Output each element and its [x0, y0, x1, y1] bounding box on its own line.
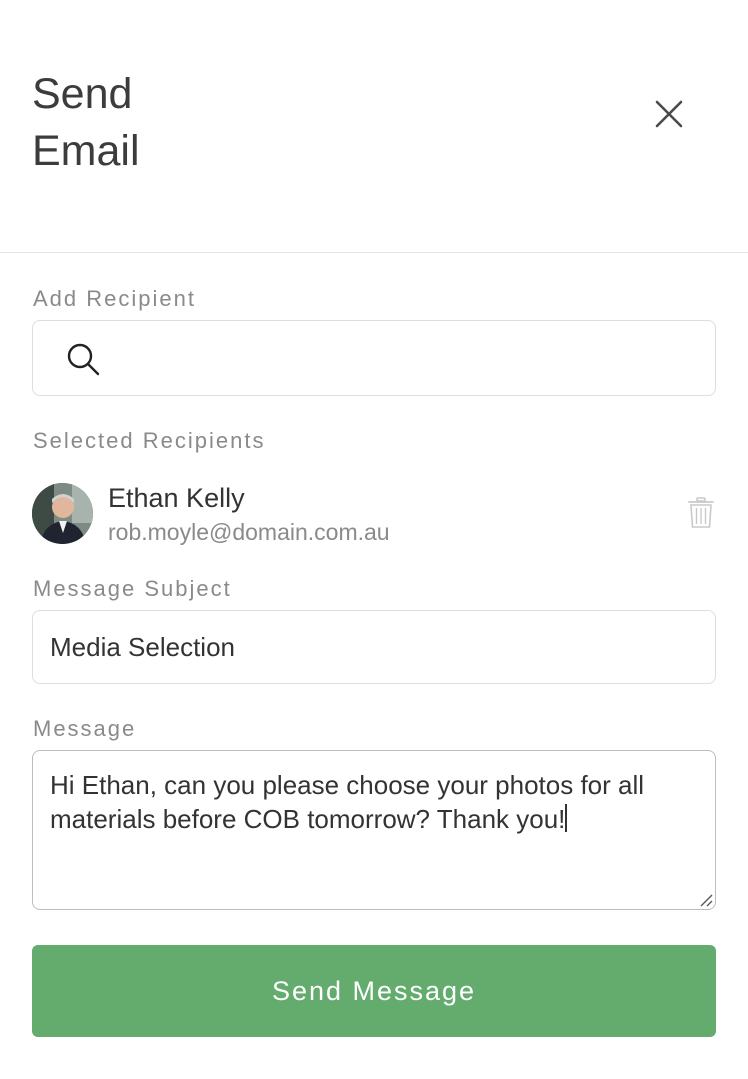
message-text: Hi Ethan, can you please choose your pho… [50, 768, 705, 836]
message-textarea[interactable]: Hi Ethan, can you please choose your pho… [32, 750, 716, 910]
close-button[interactable] [648, 93, 690, 135]
recipient-email: rob.moyle@domain.com.au [108, 519, 390, 545]
remove-recipient-button[interactable] [688, 497, 718, 531]
subject-input[interactable] [33, 611, 715, 683]
subject-field-box [32, 610, 716, 684]
text-cursor [565, 804, 568, 832]
recipient-name: Ethan Kelly [108, 483, 245, 513]
avatar [32, 483, 93, 544]
message-label: Message [33, 716, 137, 741]
message-body: Hi Ethan, can you please choose your pho… [50, 770, 645, 834]
send-email-panel: Send Email Add Recipient Selected Recipi… [0, 0, 748, 1079]
selected-recipients-label: Selected Recipients [33, 428, 266, 453]
panel-header: Send Email [0, 0, 748, 253]
add-recipient-label: Add Recipient [33, 286, 196, 311]
search-icon [67, 343, 100, 376]
message-subject-label: Message Subject [33, 576, 232, 601]
panel-title: Send Email [32, 70, 140, 175]
recipient-search-box [32, 320, 716, 396]
recipient-search-input[interactable] [113, 322, 703, 394]
send-message-button[interactable]: Send Message [32, 945, 716, 1037]
close-icon [655, 100, 683, 128]
trash-icon [688, 497, 714, 528]
recipient-item: Ethan Kelly rob.moyle@domain.com.au [32, 483, 716, 547]
resize-handle-icon[interactable] [697, 891, 713, 907]
